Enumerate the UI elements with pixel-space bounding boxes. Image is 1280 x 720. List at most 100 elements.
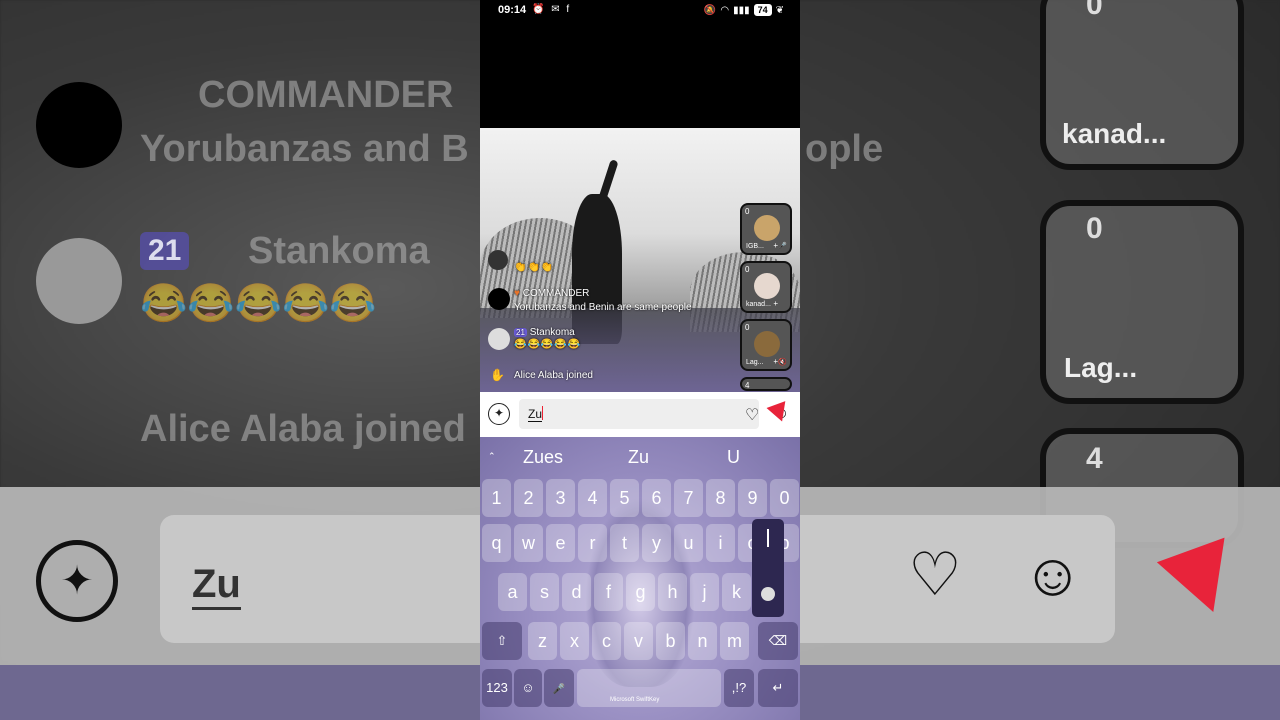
suggestion-1[interactable]: Zues <box>523 447 563 468</box>
signal-icon: ▮▮▮ <box>733 4 750 16</box>
key-i[interactable]: i <box>706 524 735 562</box>
key-w[interactable]: w <box>514 524 543 562</box>
key-6[interactable]: 6 <box>642 479 671 517</box>
emoji-key[interactable]: ☺ <box>514 669 542 707</box>
bg-input-value: Zu <box>192 562 241 610</box>
chat-message-2: Yorubanzas and Benin are same people <box>514 302 692 313</box>
bg-guest-count-2: 0 <box>1086 212 1103 245</box>
guest-count-3: 0 <box>745 323 750 332</box>
bg-commander-msg: Yorubanzas and B <box>140 128 469 170</box>
bg-emoji-row: 😂😂😂😂😂 <box>140 283 377 325</box>
guest-count-2: 0 <box>745 265 750 274</box>
enter-key[interactable]: ↵ <box>758 669 798 707</box>
comment-input[interactable]: Zu ♡ ☺ <box>519 399 789 429</box>
bg-guest-name-2: Lag... <box>1064 352 1138 383</box>
status-left-icons: ⏰ ✉ f <box>532 4 572 15</box>
suggestion-expand-icon[interactable]: ⌃ <box>488 451 496 462</box>
guest-add-icon-2[interactable]: + <box>773 299 778 308</box>
guest-card-1[interactable]: 0 IGB... + 🎤 <box>740 203 792 255</box>
key-y[interactable]: y <box>642 524 671 562</box>
wifi-icon: ◠ <box>720 4 730 16</box>
battery-indicator: 74 <box>753 4 772 16</box>
chat-username-2: COMMANDER <box>522 288 590 299</box>
comment-bar: ✦ Zu ♡ ☺ <box>480 392 800 437</box>
cursor-control-pad[interactable] <box>752 519 784 617</box>
key-c[interactable]: c <box>592 622 621 660</box>
key-z[interactable]: z <box>528 622 557 660</box>
comma-mic-key[interactable]: 🎤 <box>544 669 574 707</box>
guest-card-3[interactable]: 0 Lag... + 🔇 <box>740 319 792 371</box>
key-n[interactable]: n <box>688 622 717 660</box>
key-r[interactable]: r <box>578 524 607 562</box>
key-j[interactable]: j <box>690 573 719 611</box>
key-b[interactable]: b <box>656 622 685 660</box>
heart-icon[interactable]: ♡ <box>745 405 759 425</box>
key-d[interactable]: d <box>562 573 591 611</box>
screen: COMMANDER Yorubanzas and B ople 21 Stank… <box>0 0 1280 720</box>
key-e[interactable]: e <box>546 524 575 562</box>
key-1[interactable]: 1 <box>482 479 511 517</box>
bg-smile-icon: ☺ <box>1022 541 1084 608</box>
bg-stankoma-badge: 21 <box>140 232 190 270</box>
backspace-key[interactable]: ⌫ <box>758 622 798 660</box>
chat-avatar-3 <box>488 328 510 350</box>
key-3[interactable]: 3 <box>546 479 575 517</box>
key-9[interactable]: 9 <box>738 479 767 517</box>
keyboard-brand: Microsoft SwiftKey <box>610 697 660 703</box>
cursor-dot-icon <box>761 587 775 601</box>
chat-user-2: ♥ COMMANDER <box>514 288 589 299</box>
guest-card-4[interactable]: 4 <box>740 377 792 391</box>
guest-name-2: kanad... <box>746 301 771 308</box>
guest-mic-icon-1: 🎤 <box>778 243 787 250</box>
guest-card-2[interactable]: 0 kanad... + <box>740 261 792 313</box>
guest-avatar-2 <box>754 273 780 299</box>
chat-message-1: 👏👏👏 <box>514 262 555 273</box>
comment-input-value: Zu <box>528 407 543 422</box>
chat-avatar-1 <box>488 250 508 270</box>
key-t[interactable]: t <box>610 524 639 562</box>
chat-joined: Alice Alaba joined <box>514 370 593 381</box>
bg-joined: Alice Alaba joined <box>140 408 466 450</box>
suggestion-2[interactable]: Zu <box>628 447 649 468</box>
key-0[interactable]: 0 <box>770 479 799 517</box>
wave-icon: ✋ <box>490 368 505 382</box>
key-f[interactable]: f <box>594 573 623 611</box>
numbers-mode-key[interactable]: 123 <box>482 669 512 707</box>
bg-guest-count-3: 4 <box>1086 442 1103 475</box>
key-x[interactable]: x <box>560 622 589 660</box>
key-v[interactable]: v <box>624 622 653 660</box>
guest-count-1: 0 <box>745 207 750 216</box>
key-s[interactable]: s <box>530 573 559 611</box>
guest-name-1: IGB... <box>746 243 764 250</box>
key-q[interactable]: q <box>482 524 511 562</box>
bg-heart-icon: ♡ <box>908 541 962 608</box>
shift-key[interactable]: ⇧ <box>482 622 522 660</box>
key-h[interactable]: h <box>658 573 687 611</box>
suggestion-3[interactable]: U <box>727 447 740 468</box>
key-7[interactable]: 7 <box>674 479 703 517</box>
punctuation-key[interactable]: ,!? <box>724 669 754 707</box>
guest-avatar-3 <box>754 331 780 357</box>
chat-message-3: 😂😂😂😂😂 <box>514 339 582 350</box>
leaf-icon: ❦ <box>775 4 784 16</box>
key-2[interactable]: 2 <box>514 479 543 517</box>
status-time: 09:14 <box>498 4 527 16</box>
bg-stankoma-name: Stankoma <box>248 230 430 272</box>
chat-badge-3: 21 <box>514 328 527 337</box>
key-5[interactable]: 5 <box>610 479 639 517</box>
chat-user-3: 21 Stankoma <box>514 327 575 338</box>
mic-icon: 🎤 <box>552 684 566 695</box>
key-u[interactable]: u <box>674 524 703 562</box>
sparkle-icon[interactable]: ✦ <box>488 403 510 425</box>
key-g[interactable]: g <box>626 573 655 611</box>
key-m[interactable]: m <box>720 622 749 660</box>
bg-guest-count-1: 0 <box>1086 0 1103 21</box>
chat-avatar-2 <box>488 288 510 310</box>
bg-avatar-stankoma <box>36 238 122 324</box>
key-8[interactable]: 8 <box>706 479 735 517</box>
guest-muted-icon-3: 🔇 <box>778 359 787 366</box>
key-a[interactable]: a <box>498 573 527 611</box>
key-k[interactable]: k <box>722 573 751 611</box>
key-4[interactable]: 4 <box>578 479 607 517</box>
status-right-icons: 🔕 ◠ ▮▮▮ 74 ❦ <box>704 4 784 16</box>
